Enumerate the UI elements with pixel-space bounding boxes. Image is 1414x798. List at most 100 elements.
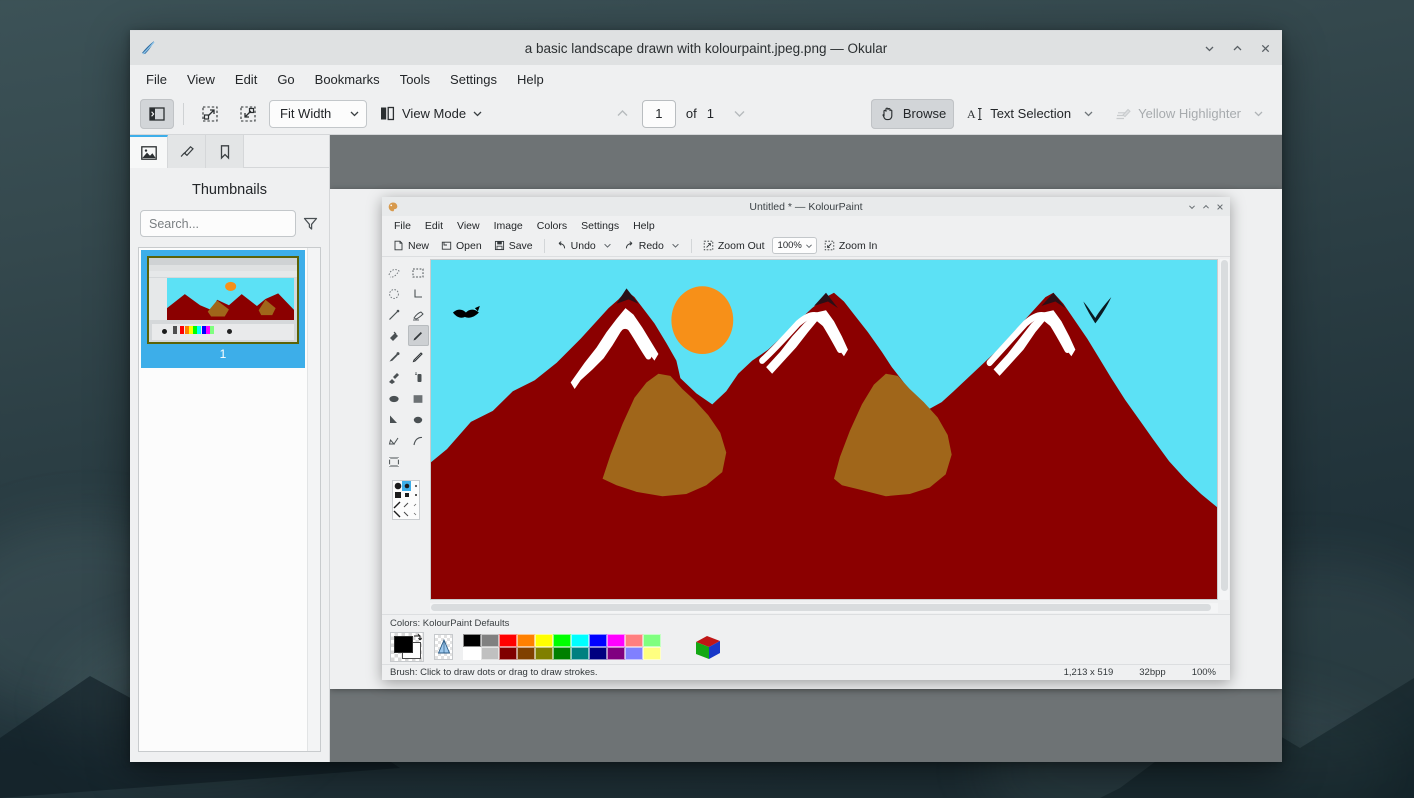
- color-swatch[interactable]: [571, 647, 589, 660]
- sidebar-toggle-button[interactable]: [140, 99, 174, 129]
- brush-dot-medium[interactable]: [402, 481, 411, 491]
- color-swatch[interactable]: [625, 647, 643, 660]
- rectangular-select-tool[interactable]: [408, 262, 429, 283]
- view-mode-button[interactable]: View Mode: [371, 99, 491, 129]
- color-swatch[interactable]: [607, 647, 625, 660]
- close-button[interactable]: [1252, 35, 1278, 61]
- browse-tool-button[interactable]: Browse: [871, 99, 954, 129]
- color-swatch[interactable]: [553, 647, 571, 660]
- text-tool[interactable]: [384, 451, 405, 472]
- arc-tool[interactable]: [408, 430, 429, 451]
- color-swatch[interactable]: [553, 634, 571, 647]
- color-swatch[interactable]: [607, 634, 625, 647]
- brush-slash-medium[interactable]: [402, 500, 411, 510]
- brush-slash-large[interactable]: [393, 500, 402, 510]
- brush-dot-large[interactable]: [393, 481, 402, 491]
- connected-region-select-tool[interactable]: [408, 283, 429, 304]
- painting-canvas[interactable]: [430, 259, 1218, 600]
- sidebar-item-thumbnails[interactable]: [130, 135, 168, 168]
- curve-tool[interactable]: [384, 430, 405, 451]
- zoom-in-button[interactable]: [231, 99, 265, 129]
- rounded-rectangle-tool[interactable]: [408, 409, 429, 430]
- close-button[interactable]: [1213, 200, 1226, 213]
- next-page-button[interactable]: [724, 106, 755, 121]
- kp-menu-help[interactable]: Help: [626, 218, 662, 234]
- document-view[interactable]: Untitled * — KolourPaint: [330, 135, 1282, 762]
- color-swatch[interactable]: [589, 647, 607, 660]
- page-number-input[interactable]: 1: [642, 100, 676, 128]
- search-input[interactable]: Search...: [140, 210, 296, 237]
- polygon-tool[interactable]: [384, 409, 405, 430]
- menu-file[interactable]: File: [136, 68, 177, 91]
- foreground-color-swatch[interactable]: [394, 636, 413, 653]
- brush-square-small[interactable]: [411, 491, 420, 501]
- color-swatch[interactable]: [517, 634, 535, 647]
- minimize-button[interactable]: [1185, 200, 1198, 213]
- kp-menu-file[interactable]: File: [387, 218, 418, 234]
- eraser-tool[interactable]: [408, 304, 429, 325]
- spray-can-tool[interactable]: [384, 367, 405, 388]
- kp-menu-view[interactable]: View: [450, 218, 487, 234]
- brush-square-medium[interactable]: [402, 491, 411, 501]
- pencil-tool[interactable]: [408, 346, 429, 367]
- swap-colors-icon[interactable]: [412, 633, 423, 644]
- kp-zoom-out-button[interactable]: Zoom Out: [698, 238, 770, 254]
- kp-open-button[interactable]: Open: [436, 238, 487, 254]
- menu-tools[interactable]: Tools: [390, 68, 440, 91]
- pen-tool[interactable]: [408, 367, 429, 388]
- kp-new-button[interactable]: New: [388, 238, 434, 254]
- kp-menu-settings[interactable]: Settings: [574, 218, 626, 234]
- sidebar-item-bookmarks[interactable]: [206, 135, 244, 168]
- kp-redo-button[interactable]: Redo: [619, 238, 685, 254]
- zoom-mode-select[interactable]: Fit Width: [269, 100, 367, 128]
- elliptical-select-tool[interactable]: [384, 283, 405, 304]
- kp-undo-button[interactable]: Undo: [551, 238, 617, 254]
- color-swatch[interactable]: [535, 634, 553, 647]
- list-item[interactable]: 1: [141, 250, 305, 368]
- zoom-out-button[interactable]: [193, 99, 227, 129]
- color-swatch[interactable]: [481, 634, 499, 647]
- transparent-color-swatch[interactable]: [434, 634, 453, 660]
- maximize-button[interactable]: [1199, 200, 1212, 213]
- filter-funnel-icon[interactable]: [302, 215, 319, 232]
- flood-fill-tool[interactable]: [384, 325, 405, 346]
- minimize-button[interactable]: [1196, 35, 1222, 61]
- color-swatch[interactable]: [625, 634, 643, 647]
- color-swatch[interactable]: [589, 634, 607, 647]
- maximize-button[interactable]: [1224, 35, 1250, 61]
- kp-menu-colors[interactable]: Colors: [530, 218, 574, 234]
- color-swatch[interactable]: [517, 647, 535, 660]
- menu-view[interactable]: View: [177, 68, 225, 91]
- color-swatch[interactable]: [463, 647, 481, 660]
- color-swatch[interactable]: [499, 647, 517, 660]
- text-selection-button[interactable]: A Text Selection: [958, 99, 1102, 129]
- brush-dot-small[interactable]: [411, 481, 420, 491]
- ellipse-tool[interactable]: [384, 388, 405, 409]
- kp-menu-edit[interactable]: Edit: [418, 218, 450, 234]
- sidebar-item-annotations[interactable]: [168, 135, 206, 168]
- brush-backslash-medium[interactable]: [402, 510, 411, 520]
- color-swatch[interactable]: [535, 647, 553, 660]
- canvas-vertical-scrollbar[interactable]: [1220, 259, 1229, 600]
- color-picker-tool[interactable]: [384, 346, 405, 367]
- brush-tool[interactable]: [408, 325, 429, 346]
- color-swatch[interactable]: [643, 647, 661, 660]
- kp-zoom-select[interactable]: 100%: [772, 237, 817, 254]
- brush-backslash-large[interactable]: [393, 510, 402, 520]
- color-swatch[interactable]: [571, 634, 589, 647]
- foreground-background-color-swatch[interactable]: [390, 632, 424, 662]
- highlighter-button[interactable]: Yellow Highlighter: [1106, 99, 1272, 129]
- menu-go[interactable]: Go: [267, 68, 304, 91]
- brush-backslash-small[interactable]: [411, 510, 420, 520]
- color-swatch[interactable]: [499, 634, 517, 647]
- color-cube-icon[interactable]: [693, 633, 723, 661]
- menu-settings[interactable]: Settings: [440, 68, 507, 91]
- brush-shape-selector[interactable]: [392, 480, 420, 520]
- color-swatch[interactable]: [481, 647, 499, 660]
- kp-menu-image[interactable]: Image: [487, 218, 530, 234]
- kp-zoom-in-button[interactable]: Zoom In: [819, 238, 883, 254]
- line-tool[interactable]: [384, 304, 405, 325]
- canvas-horizontal-scrollbar[interactable]: [430, 603, 1218, 613]
- color-swatch[interactable]: [643, 634, 661, 647]
- brush-square-large[interactable]: [393, 491, 402, 501]
